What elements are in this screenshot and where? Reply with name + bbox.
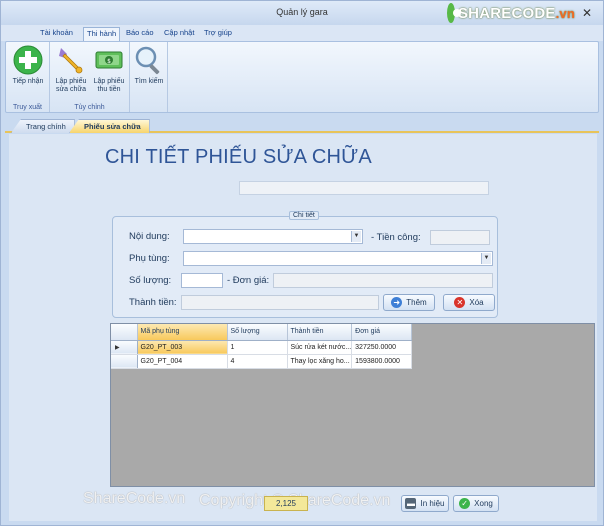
record-counter: 2,125 bbox=[264, 496, 308, 511]
noi-dung-combobox[interactable]: ▼ bbox=[183, 229, 363, 244]
grid-table: Mã phụ tùng Số lượng Thành tiền Đơn giá … bbox=[111, 324, 413, 369]
lap-phieu-thu-tien-label-2: thu tiền bbox=[97, 86, 121, 93]
cell-don-gia[interactable]: 1593800.0000 bbox=[351, 354, 413, 369]
tab-trang-chinh[interactable]: Trang chính bbox=[11, 119, 75, 133]
tien-cong-label: - Tiền công: bbox=[371, 232, 421, 243]
in-hieu-button[interactable]: ▬ In hiệu bbox=[401, 495, 449, 512]
ribbon-group-label: Truy xuất bbox=[13, 104, 42, 111]
don-gia-label: - Đơn giá: bbox=[227, 275, 270, 286]
xong-button[interactable]: ✓ Xong bbox=[453, 495, 499, 512]
tiep-nhan-label: Tiếp nhận bbox=[12, 78, 44, 85]
in-hieu-label: In hiệu bbox=[420, 499, 445, 508]
cell-thanh-tien[interactable]: Súc rửa két nước... bbox=[287, 340, 353, 355]
printer-icon: ▬ bbox=[405, 498, 417, 509]
cell-ma-phu-tung[interactable]: G20_PT_004 bbox=[137, 354, 228, 369]
phu-tung-label: Phụ tùng: bbox=[129, 253, 170, 264]
cell-so-luong[interactable]: 1 bbox=[227, 340, 288, 355]
magnifier-icon bbox=[135, 46, 160, 75]
money-icon: $ bbox=[95, 51, 123, 69]
bottom-bar: ShareCode.vn Copyright © ShareCode.vn 2,… bbox=[9, 488, 597, 521]
xoa-label: Xóa bbox=[469, 298, 484, 307]
phu-tung-combobox[interactable]: ▼ bbox=[183, 251, 493, 266]
info-strip-field bbox=[239, 181, 489, 195]
app-window: Quản lý gara SHARECODE.vn ✕ Tài khoản Th… bbox=[0, 0, 604, 526]
chi-tiet-groupbox: Chi tiết Nội dung: ▼ - Tiền công: Phụ tù… bbox=[112, 211, 498, 318]
ribbon-group-search: Tìm kiếm bbox=[130, 42, 168, 112]
chevron-down-icon[interactable]: ▼ bbox=[481, 253, 491, 264]
table-row[interactable]: G20_PT_004 4 Thay lọc xăng ho... 1593800… bbox=[111, 354, 413, 369]
ribbon: Tiếp nhận Truy xuất Lập phiếu sửa chữa $… bbox=[5, 41, 599, 113]
main-content: CHI TIẾT PHIẾU SỬA CHỮA Chi tiết Nội dun… bbox=[9, 134, 597, 521]
cell-thanh-tien[interactable]: Thay lọc xăng ho... bbox=[287, 354, 353, 369]
them-button[interactable]: ➜ Thêm bbox=[383, 294, 435, 311]
lap-phieu-sua-chua-label-2: sửa chữa bbox=[56, 86, 86, 93]
groupbox-title: Chi tiết bbox=[289, 211, 319, 220]
noi-dung-label: Nội dung: bbox=[129, 231, 170, 242]
cell-so-luong[interactable]: 4 bbox=[227, 354, 288, 369]
tim-kiem-label: Tìm kiếm bbox=[134, 78, 164, 85]
svg-text:$: $ bbox=[107, 58, 111, 65]
checkmark-icon: ✓ bbox=[459, 498, 471, 509]
thanh-tien-field[interactable] bbox=[181, 295, 379, 310]
current-row-marker-icon[interactable]: ▶ bbox=[111, 340, 138, 355]
menu-bar: Tài khoản Thi hành Báo cáo Cập nhật Trợ … bbox=[1, 25, 603, 41]
grid-header-row: Mã phụ tùng Số lượng Thành tiền Đơn giá bbox=[111, 324, 413, 341]
column-header-so-luong[interactable]: Số lượng bbox=[227, 324, 288, 341]
tien-cong-field[interactable] bbox=[430, 230, 490, 245]
title-bar: Quản lý gara SHARECODE.vn ✕ bbox=[1, 1, 603, 25]
ribbon-group-truy-xuat: Tiếp nhận Truy xuất bbox=[6, 42, 50, 112]
column-header-ma-phu-tung[interactable]: Mã phụ tùng bbox=[137, 324, 228, 341]
ribbon-group-tuy-chinh: Lập phiếu sửa chữa $ Lập phiếu thu tiền … bbox=[50, 42, 130, 112]
add-icon bbox=[13, 45, 43, 75]
watermark-text: ShareCode.vn bbox=[83, 490, 186, 507]
sharecode-logo: SHARECODE.vn bbox=[447, 2, 575, 24]
table-row[interactable]: ▶ G20_PT_003 1 Súc rửa két nước... 32725… bbox=[111, 340, 413, 355]
ribbon-group-label: Tùy chỉnh bbox=[74, 104, 105, 111]
lap-phieu-thu-tien-label-1: Lập phiếu bbox=[93, 78, 125, 85]
logo-mark-icon bbox=[447, 3, 461, 23]
column-header-thanh-tien[interactable]: Thành tiền bbox=[287, 324, 353, 341]
don-gia-field[interactable] bbox=[273, 273, 493, 288]
logo-main-text: SHARECODE bbox=[457, 4, 556, 22]
phu-tung-grid[interactable]: Mã phụ tùng Số lượng Thành tiền Đơn giá … bbox=[110, 323, 595, 487]
lap-phieu-thu-tien-button[interactable]: $ Lập phiếu thu tiền bbox=[90, 44, 128, 98]
cell-don-gia[interactable]: 327250.0000 bbox=[351, 340, 413, 355]
menu-tab-bao-cao[interactable]: Báo cáo bbox=[123, 27, 157, 41]
close-window-button[interactable]: ✕ bbox=[577, 5, 597, 21]
delete-icon: ✕ bbox=[454, 297, 466, 308]
xong-label: Xong bbox=[474, 499, 493, 508]
tab-phieu-sua-chua[interactable]: Phiếu sửa chữa bbox=[69, 119, 150, 133]
menu-tab-tro-giup[interactable]: Trợ giúp bbox=[201, 27, 235, 41]
thanh-tien-label: Thành tiền: bbox=[129, 297, 177, 308]
tim-kiem-button[interactable]: Tìm kiếm bbox=[132, 44, 166, 98]
document-tab-strip: Trang chính Phiếu sửa chữa bbox=[5, 117, 599, 133]
column-header-don-gia[interactable]: Đơn giá bbox=[351, 324, 413, 341]
wrench-icon bbox=[59, 48, 83, 74]
lap-phieu-sua-chua-label-1: Lập phiếu bbox=[55, 78, 87, 85]
logo-domain-text: .vn bbox=[555, 5, 575, 21]
tiep-nhan-button[interactable]: Tiếp nhận bbox=[10, 44, 46, 98]
cell-ma-phu-tung[interactable]: G20_PT_003 bbox=[137, 340, 228, 355]
page-title: CHI TIẾT PHIẾU SỬA CHỮA bbox=[105, 146, 372, 168]
lap-phieu-sua-chua-button[interactable]: Lập phiếu sửa chữa bbox=[52, 44, 90, 98]
menu-tab-thi-hanh[interactable]: Thi hành bbox=[83, 27, 121, 41]
menu-tab-tai-khoan[interactable]: Tài khoản bbox=[37, 27, 76, 41]
so-luong-field[interactable] bbox=[181, 273, 223, 288]
grid-corner-cell bbox=[111, 324, 138, 341]
arrow-right-icon: ➜ bbox=[391, 297, 403, 308]
row-header-cell[interactable] bbox=[111, 354, 138, 369]
menu-tab-cap-nhat[interactable]: Cập nhật bbox=[161, 27, 197, 41]
xoa-button[interactable]: ✕ Xóa bbox=[443, 294, 495, 311]
them-label: Thêm bbox=[406, 298, 427, 307]
so-luong-label: Số lượng: bbox=[129, 275, 172, 286]
chevron-down-icon[interactable]: ▼ bbox=[351, 231, 361, 242]
